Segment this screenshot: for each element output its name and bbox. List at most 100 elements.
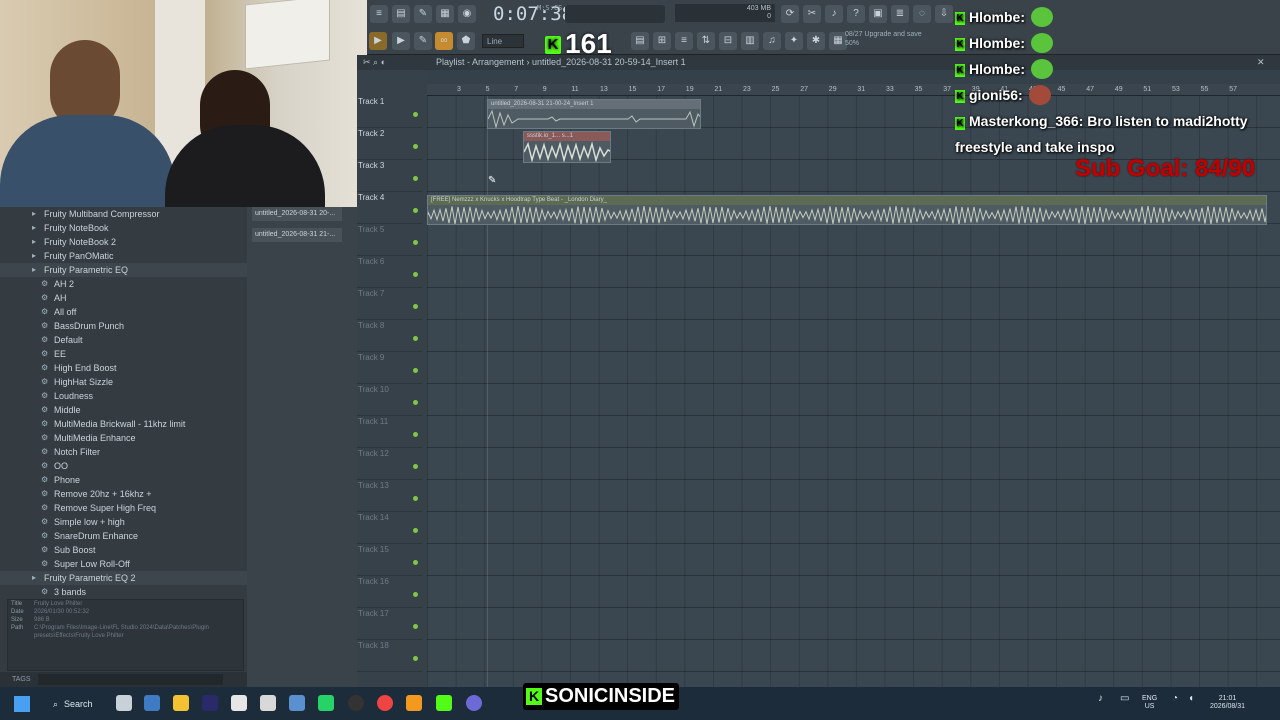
obs-icon[interactable] xyxy=(348,695,364,711)
tool-icon-8[interactable]: ✦ xyxy=(785,32,803,50)
chrome-icon[interactable] xyxy=(377,695,393,711)
track-header[interactable]: Track 6 xyxy=(357,256,422,288)
windows-start-icon[interactable] xyxy=(14,696,30,712)
audio-clip-4[interactable]: [FREE] Nemzzz x Knucks x Hoodtrap Type B… xyxy=(427,195,1267,225)
browser-preset[interactable]: ⚙ Default xyxy=(0,333,247,347)
browser-folder[interactable]: ▸ Fruity PanOMatic xyxy=(0,249,247,263)
track-header[interactable]: Track 14 xyxy=(357,512,422,544)
audio-clip-2[interactable]: ssstik.io_1... s...1 xyxy=(523,131,611,163)
tool-icon-6[interactable]: ▥ xyxy=(741,32,759,50)
wifi-icon[interactable]: ◔ xyxy=(1172,694,1178,704)
browser-preset[interactable]: ⚙ SnareDrum Enhance xyxy=(0,529,247,543)
chat-icon[interactable]: ◌ xyxy=(913,5,931,23)
browser-preset[interactable]: ⚙ MultiMedia Brickwall - 11khz limit xyxy=(0,417,247,431)
tool-icon-3[interactable]: ≡ xyxy=(675,32,693,50)
tags-input[interactable] xyxy=(38,674,223,685)
app-icon-3[interactable] xyxy=(260,695,276,711)
track-mute-led[interactable] xyxy=(413,304,418,309)
track-header[interactable]: Track 18 xyxy=(357,640,422,672)
tool-icon-1[interactable]: ▤ xyxy=(631,32,649,50)
browser-preset[interactable]: ⚙ Sub Boost xyxy=(0,543,247,557)
track-header[interactable]: Track 11 xyxy=(357,416,422,448)
time-display[interactable]: 0:07:38 M:S:CS xyxy=(493,3,573,25)
track-mute-led[interactable] xyxy=(413,400,418,405)
browser-preset[interactable]: ⚙ Remove Super High Freq xyxy=(0,501,247,515)
track-mute-led[interactable] xyxy=(413,496,418,501)
browser-preset[interactable]: ⚙ 3 bands xyxy=(0,585,247,599)
tool-icon-4[interactable]: ⇅ xyxy=(697,32,715,50)
track-header[interactable]: Track 5 xyxy=(357,224,422,256)
pattern-icon[interactable]: ▦ xyxy=(436,5,454,23)
edit-icon[interactable]: ✎ xyxy=(414,5,432,23)
playlist-menu-icon[interactable]: ✂ ⌕ ◐ xyxy=(363,55,386,70)
track-header[interactable]: Track 15 xyxy=(357,544,422,576)
track-header[interactable]: Track 8 xyxy=(357,320,422,352)
track-header[interactable]: Track 2 xyxy=(357,128,422,160)
task-view-icon[interactable] xyxy=(116,695,132,711)
save-icon[interactable]: ▣ xyxy=(869,5,887,23)
track-header[interactable]: Track 7 xyxy=(357,288,422,320)
refresh-icon[interactable]: ⟳ xyxy=(781,5,799,23)
discord-icon[interactable] xyxy=(466,695,482,711)
track-header[interactable]: Track 3 xyxy=(357,160,422,192)
fl-studio-icon[interactable] xyxy=(406,695,422,711)
browser-preset[interactable]: ⚙ Notch Filter xyxy=(0,445,247,459)
track-mute-led[interactable] xyxy=(413,592,418,597)
stamp-icon[interactable]: ⬟ xyxy=(457,32,475,50)
picker-item[interactable]: untitled_2026-08-31 21-... xyxy=(252,228,342,242)
browser-list[interactable]: ▸ Fruity Multiband Compressor ▸ Fruity Note… xyxy=(0,207,247,599)
browser-preset[interactable]: ⚙ AH 2 xyxy=(0,277,247,291)
track-header[interactable]: Track 13 xyxy=(357,480,422,512)
arrangement-grid[interactable] xyxy=(427,96,1280,687)
track-mute-led[interactable] xyxy=(413,208,418,213)
keyboard-tray-icon[interactable]: ▭ xyxy=(1120,694,1129,704)
tool-icon-5[interactable]: ⊟ xyxy=(719,32,737,50)
audio-clip-1[interactable]: untitled_2026-08-31 21-00-24_Insert 1 xyxy=(487,99,701,129)
mic-icon[interactable]: ♪ xyxy=(825,5,843,23)
draw-icon[interactable]: ✎ xyxy=(414,32,432,50)
browser-preset[interactable]: ⚙ Middle xyxy=(0,403,247,417)
browser-preset[interactable]: ⚙ Phone xyxy=(0,473,247,487)
browser-folder[interactable]: ▸ Fruity Parametric EQ 2 xyxy=(0,571,247,585)
track-mute-led[interactable] xyxy=(413,176,418,181)
track-mute-led[interactable] xyxy=(413,528,418,533)
taskbar-search[interactable]: ⌕ Search xyxy=(50,696,93,712)
volume-icon[interactable]: ◖ xyxy=(1188,694,1194,704)
track-mute-led[interactable] xyxy=(413,432,418,437)
file-explorer-icon[interactable] xyxy=(173,695,189,711)
track-mute-led[interactable] xyxy=(413,368,418,373)
browser-preset[interactable]: ⚙ AH xyxy=(0,291,247,305)
widgets-icon[interactable] xyxy=(144,695,160,711)
tool-icon-2[interactable]: ⊞ xyxy=(653,32,671,50)
track-header[interactable]: Track 17 xyxy=(357,608,422,640)
help-icon[interactable]: ? xyxy=(847,5,865,23)
browser-preset[interactable]: ⚙ HighHat Sizzle xyxy=(0,375,247,389)
record-icon[interactable]: ◉ xyxy=(458,5,476,23)
cut-icon[interactable]: ✂ xyxy=(803,5,821,23)
download-icon[interactable]: ⇩ xyxy=(935,5,953,23)
track-header[interactable]: Track 4 xyxy=(357,192,422,224)
track-mute-led[interactable] xyxy=(413,112,418,117)
browser-folder[interactable]: ▸ Fruity NoteBook xyxy=(0,221,247,235)
browser-preset[interactable]: ⚙ High End Boost xyxy=(0,361,247,375)
tool-icon-9[interactable]: ✱ xyxy=(807,32,825,50)
link-icon[interactable]: ∞ xyxy=(435,32,453,50)
whatsapp-icon[interactable] xyxy=(318,695,334,711)
upgrade-notice[interactable]: 08/27 Upgrade and save 50% xyxy=(845,30,922,48)
mixer-icon[interactable]: ≣ xyxy=(891,5,909,23)
app-icon-1[interactable] xyxy=(202,695,218,711)
track-mute-led[interactable] xyxy=(413,656,418,661)
track-header[interactable]: Track 16 xyxy=(357,576,422,608)
browser-preset[interactable]: ⚙ Super Low Roll-Off xyxy=(0,557,247,571)
picker-item[interactable]: untitled_2026-08-31 20-... xyxy=(252,207,342,221)
language-indicator[interactable]: ENG US xyxy=(1142,695,1157,711)
browser-folder[interactable]: ▸ Fruity Multiband Compressor xyxy=(0,207,247,221)
track-mute-led[interactable] xyxy=(413,272,418,277)
file-icon[interactable]: ▤ xyxy=(392,5,410,23)
clock[interactable]: 21:01 2026/08/31 xyxy=(1210,695,1245,711)
store-icon[interactable] xyxy=(289,695,305,711)
browser-preset[interactable]: ⚙ BassDrum Punch xyxy=(0,319,247,333)
app-icon-2[interactable] xyxy=(231,695,247,711)
track-mute-led[interactable] xyxy=(413,464,418,469)
playlist-mode-icon[interactable]: ▶ xyxy=(369,32,387,50)
